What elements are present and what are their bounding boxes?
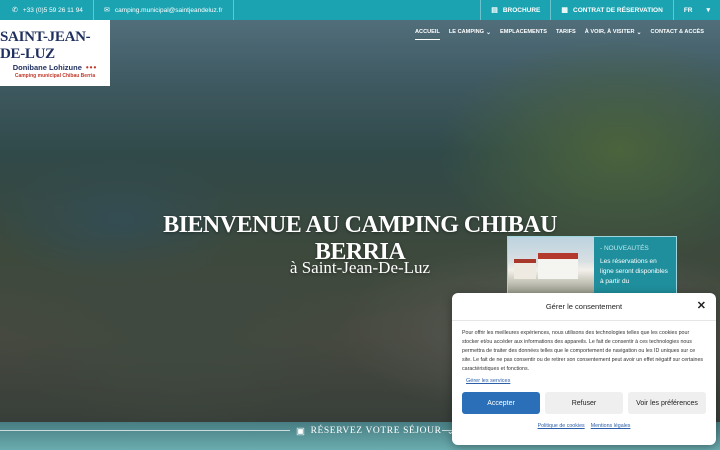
nav-item-label: ACCUEIL: [415, 28, 440, 35]
logo-dots: •••: [85, 63, 98, 72]
consent-header: Gérer le consentement ✕: [452, 293, 716, 321]
calendar-icon: ▣: [296, 426, 306, 437]
consent-title: Gérer le consentement: [545, 302, 623, 311]
site-logo[interactable]: SAINT-JEAN-DE-LUZ Donibane Lohizune ••• …: [0, 20, 110, 86]
document-icon: ▦: [561, 6, 568, 14]
logo-tagline: Camping municipal Chibau Berria: [14, 73, 96, 79]
top-contact-bar: ✆ +33 (0)5 59 26 11 94 ✉ camping.municip…: [0, 0, 720, 20]
preferences-button[interactable]: Voir les préférences: [628, 392, 706, 414]
email-address: camping.municipal@saintjeandeluz.fr: [114, 6, 223, 14]
nav-item-label: EMPLACEMENTS: [500, 29, 547, 35]
news-title: - NOUVEAUTÉS: [600, 245, 649, 252]
manage-services-link[interactable]: Gérer les services: [452, 374, 716, 386]
news-card[interactable]: - NOUVEAUTÉS Les réservations en ligne s…: [507, 236, 677, 296]
consent-footer-links: Politique de cookies Mentions légales: [452, 414, 716, 429]
nav-item-label: CONTACT & ACCÈS: [650, 29, 704, 35]
consent-body-text: Pour offrir les meilleures expériences, …: [462, 330, 704, 372]
nav-item-le-camping[interactable]: LE CAMPING ⌄: [449, 25, 491, 40]
accept-button[interactable]: Accepter: [462, 392, 540, 414]
reserve-button[interactable]: ▣ RÉSERVEZ VOTRE SÉJOUR ⌄: [296, 424, 455, 438]
consent-buttons: Accepter Refuser Voir les préférences: [452, 386, 716, 414]
phone-number: +33 (0)5 59 26 11 94: [22, 6, 83, 14]
logo-subtitle: Donibane Lohizune •••: [13, 63, 98, 72]
nav-item-accueil[interactable]: ACCUEIL: [415, 25, 440, 40]
reserve-divider-left: [0, 430, 290, 431]
nav-item-a-voir[interactable]: À VOIR, À VISITER ⌄: [585, 25, 642, 40]
chevron-down-icon: ⌄: [636, 29, 642, 36]
nav-item-label: TARIFS: [555, 29, 576, 35]
brochure-label: BROCHURE: [502, 6, 541, 14]
nav-item-tarifs[interactable]: TARIFS: [556, 25, 576, 39]
brochure-link[interactable]: ▤ BROCHURE: [480, 0, 550, 20]
news-image-building: [538, 253, 578, 279]
logo-sub-text: Donibane Lohizune: [12, 63, 82, 72]
news-image-building: [514, 259, 536, 279]
nav-item-contact[interactable]: CONTACT & ACCÈS: [651, 25, 704, 39]
reservation-contract-label: CONTRAT DE RÉSERVATION: [573, 6, 663, 14]
email-icon: ✉: [103, 6, 110, 14]
email-link[interactable]: ✉ camping.municipal@saintjeandeluz.fr: [94, 0, 234, 20]
consent-dialog: Gérer le consentement ✕ Pour offrir les …: [452, 293, 716, 445]
news-image: [508, 237, 594, 295]
close-icon[interactable]: ✕: [697, 301, 706, 312]
refuse-button[interactable]: Refuser: [545, 392, 623, 414]
reservation-contract-link[interactable]: ▦ CONTRAT DE RÉSERVATION: [550, 0, 672, 20]
reserve-label: RÉSERVEZ VOTRE SÉJOUR: [310, 426, 442, 436]
phone-icon: ✆: [12, 6, 18, 14]
nav-item-label: À VOIR, À VISITER: [584, 29, 635, 35]
book-icon: ▤: [491, 6, 498, 14]
main-nav: ACCUEIL LE CAMPING ⌄ EMPLACEMENTS TARIFS…: [110, 20, 720, 44]
news-text: Les réservations en ligne seront disponi…: [600, 258, 668, 285]
news-body: - NOUVEAUTÉS Les réservations en ligne s…: [594, 237, 676, 295]
language-label: FR: [683, 6, 693, 14]
hero-subtitle: à Saint-Jean-De-Luz: [289, 258, 431, 277]
logo-main-text: SAINT-JEAN-DE-LUZ: [0, 29, 91, 62]
cookie-policy-link[interactable]: Politique de cookies: [538, 423, 585, 429]
nav-item-emplacements[interactable]: EMPLACEMENTS: [500, 25, 547, 39]
phone-link[interactable]: ✆ +33 (0)5 59 26 11 94: [0, 0, 94, 20]
nav-item-label: LE CAMPING: [448, 29, 485, 35]
legal-notice-link[interactable]: Mentions légales: [591, 423, 631, 429]
chevron-down-icon: ⌄: [486, 29, 492, 36]
caret-down-icon: ▾: [706, 6, 710, 14]
language-selector[interactable]: FR ▾: [672, 0, 720, 20]
